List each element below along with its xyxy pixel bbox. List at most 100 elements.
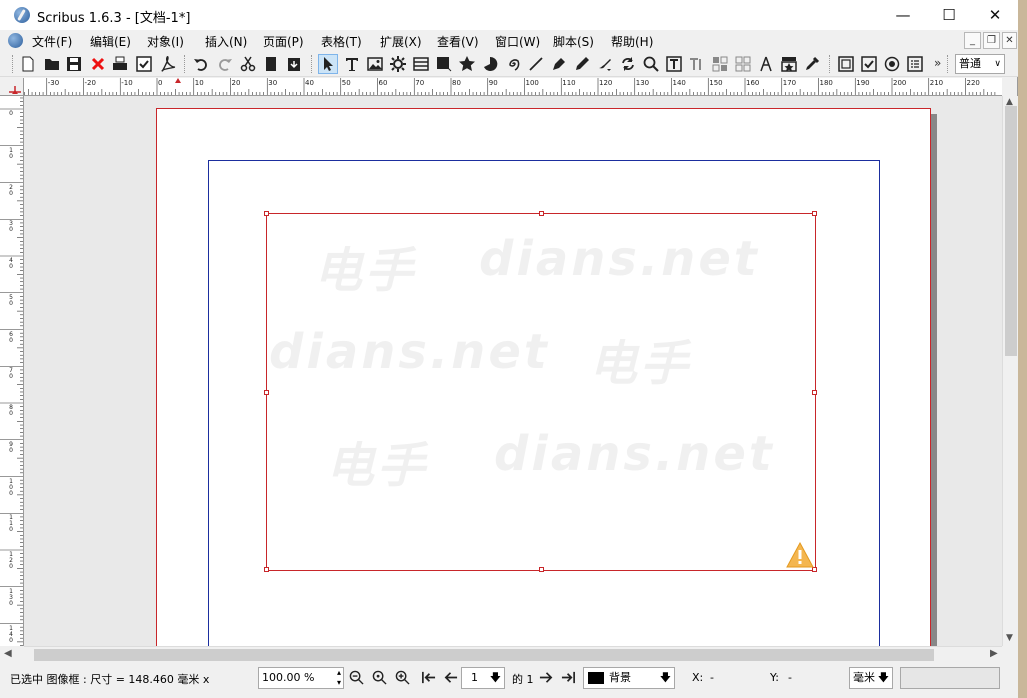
unit-select[interactable]: 毫米 🡇	[849, 667, 893, 689]
text-frame-tool-button[interactable]	[342, 54, 362, 74]
menu-window[interactable]: 窗口(W)	[495, 33, 540, 50]
export-pdf-button[interactable]	[158, 54, 178, 74]
arrow-down-icon[interactable]: 🡇	[660, 668, 671, 688]
menu-file[interactable]: 文件(F)	[32, 33, 72, 50]
scroll-down-icon[interactable]: ▼	[1006, 633, 1013, 643]
close-button[interactable]: ✕	[972, 0, 1018, 30]
ruler-label: 30	[268, 79, 278, 87]
last-page-button[interactable]	[559, 668, 577, 686]
close-document-button[interactable]	[88, 54, 108, 74]
arrow-down-icon[interactable]: 🡇	[490, 668, 501, 688]
menu-page[interactable]: 页面(P)	[263, 33, 304, 50]
ruler-label: 130	[635, 79, 650, 87]
horizontal-scrollbar[interactable]: ◀ ▶	[4, 646, 1002, 662]
select-tool-button[interactable]	[318, 54, 338, 74]
menu-extras[interactable]: 扩展(X)	[380, 33, 422, 50]
horizontal-scroll-thumb[interactable]	[34, 649, 934, 661]
polygon-tool-button[interactable]	[457, 54, 477, 74]
edit-text-button[interactable]	[664, 54, 684, 74]
measure-tool-button[interactable]	[756, 54, 776, 74]
freehand-tool-button[interactable]	[572, 54, 592, 74]
vertical-scrollbar[interactable]: ▲ ▼	[1002, 96, 1018, 646]
next-page-button[interactable]	[537, 668, 555, 686]
render-frame-tool-button[interactable]	[388, 54, 408, 74]
menu-object[interactable]: 对象(I)	[147, 33, 184, 50]
resize-handle-top-right[interactable]	[812, 211, 817, 216]
document-menu-icon[interactable]	[8, 33, 23, 48]
toolbar-grip[interactable]	[12, 55, 13, 73]
menu-help[interactable]: 帮助(H)	[611, 33, 653, 50]
zoom-out-button[interactable]	[347, 668, 365, 686]
maximize-button[interactable]: ☐	[926, 0, 972, 30]
eyedropper-button[interactable]	[802, 54, 822, 74]
mode-select[interactable]: 普通 ∨	[955, 54, 1005, 74]
print-button[interactable]	[110, 54, 130, 74]
minimize-button[interactable]: —	[880, 0, 926, 30]
calligraphic-tool-button[interactable]	[595, 54, 615, 74]
spiral-tool-button[interactable]	[503, 54, 523, 74]
horizontal-ruler[interactable]: -30 -20 -10 0 10 20 30 40 50 60 70 80 90 100 110 120 130…	[24, 78, 1002, 96]
window-title: Scribus 1.6.3 - [文档-1*]	[37, 11, 191, 26]
paste-button[interactable]	[284, 54, 304, 74]
vertical-scroll-thumb[interactable]	[1005, 106, 1017, 356]
page-count: 的 1	[512, 673, 534, 686]
previous-page-button[interactable]	[441, 668, 459, 686]
redo-button[interactable]	[215, 54, 235, 74]
document-canvas[interactable]: 电手 dians.net dians.net 电手 电手 dians.net	[24, 96, 1002, 646]
arc-tool-button[interactable]	[480, 54, 500, 74]
shape-tool-button[interactable]	[434, 54, 454, 74]
open-button[interactable]	[42, 54, 62, 74]
first-page-button[interactable]	[419, 668, 437, 686]
zoom-100-button[interactable]	[370, 668, 388, 686]
image-frame-tool-button[interactable]	[365, 54, 385, 74]
pdf-radio-button[interactable]	[882, 54, 902, 74]
resize-handle-top[interactable]	[539, 211, 544, 216]
spin-arrows-icon[interactable]: ▴ ▾	[337, 668, 341, 688]
line-tool-button[interactable]	[526, 54, 546, 74]
menu-edit[interactable]: 编辑(E)	[90, 33, 131, 50]
new-document-button[interactable]	[18, 54, 38, 74]
arrow-down-icon[interactable]: 🡇	[878, 668, 889, 688]
zoom-input[interactable]: 100.00 % ▴ ▾	[258, 667, 344, 689]
layer-select[interactable]: 背景 🡇	[583, 667, 675, 689]
resize-handle-top-left[interactable]	[264, 211, 269, 216]
resize-handle-bottom-left[interactable]	[264, 567, 269, 572]
ruler-label: 110	[562, 79, 576, 87]
ruler-origin[interactable]	[0, 78, 24, 96]
copy-properties-button[interactable]	[779, 54, 799, 74]
link-frames-button[interactable]	[710, 54, 730, 74]
zoom-in-button[interactable]	[393, 668, 411, 686]
scroll-right-icon[interactable]: ▶	[990, 648, 998, 659]
ruler-label: 100	[525, 79, 539, 87]
bezier-tool-button[interactable]	[549, 54, 569, 74]
pdf-checkbox-button[interactable]	[859, 54, 879, 74]
menu-insert[interactable]: 插入(N)	[205, 33, 247, 50]
vertical-ruler[interactable]: 0 10 20 30 40 50 60 70 80 90 100 110 120 130 140	[0, 96, 24, 646]
copy-button[interactable]	[261, 54, 281, 74]
unlink-frames-button[interactable]	[733, 54, 753, 74]
preflight-button[interactable]	[134, 54, 154, 74]
resize-handle-left[interactable]	[264, 390, 269, 395]
pdf-push-button[interactable]	[836, 54, 856, 74]
resize-handle-bottom[interactable]	[539, 567, 544, 572]
undo-button[interactable]	[191, 54, 211, 74]
toolbar-overflow[interactable]: »	[934, 56, 941, 70]
save-button[interactable]	[64, 54, 84, 74]
story-editor-button[interactable]	[687, 54, 707, 74]
menu-view[interactable]: 查看(V)	[437, 33, 479, 50]
resize-handle-right[interactable]	[812, 390, 817, 395]
cut-button[interactable]	[238, 54, 258, 74]
mdi-close-button[interactable]: ✕	[1002, 32, 1017, 49]
scroll-left-icon[interactable]: ◀	[4, 648, 12, 659]
pdf-list-button[interactable]	[905, 54, 925, 74]
menu-script[interactable]: 脚本(S)	[553, 33, 594, 50]
menu-table[interactable]: 表格(T)	[321, 33, 362, 50]
table-tool-button[interactable]	[411, 54, 431, 74]
warning-icon[interactable]	[786, 542, 814, 568]
zoom-tool-button[interactable]	[641, 54, 661, 74]
ruler-label: 30	[9, 220, 13, 234]
rotate-tool-button[interactable]	[618, 54, 638, 74]
page-number-input[interactable]: 1 🡇	[461, 667, 505, 689]
mdi-minimize-button[interactable]: _	[964, 32, 981, 49]
mdi-restore-button[interactable]: ❐	[983, 32, 1000, 49]
